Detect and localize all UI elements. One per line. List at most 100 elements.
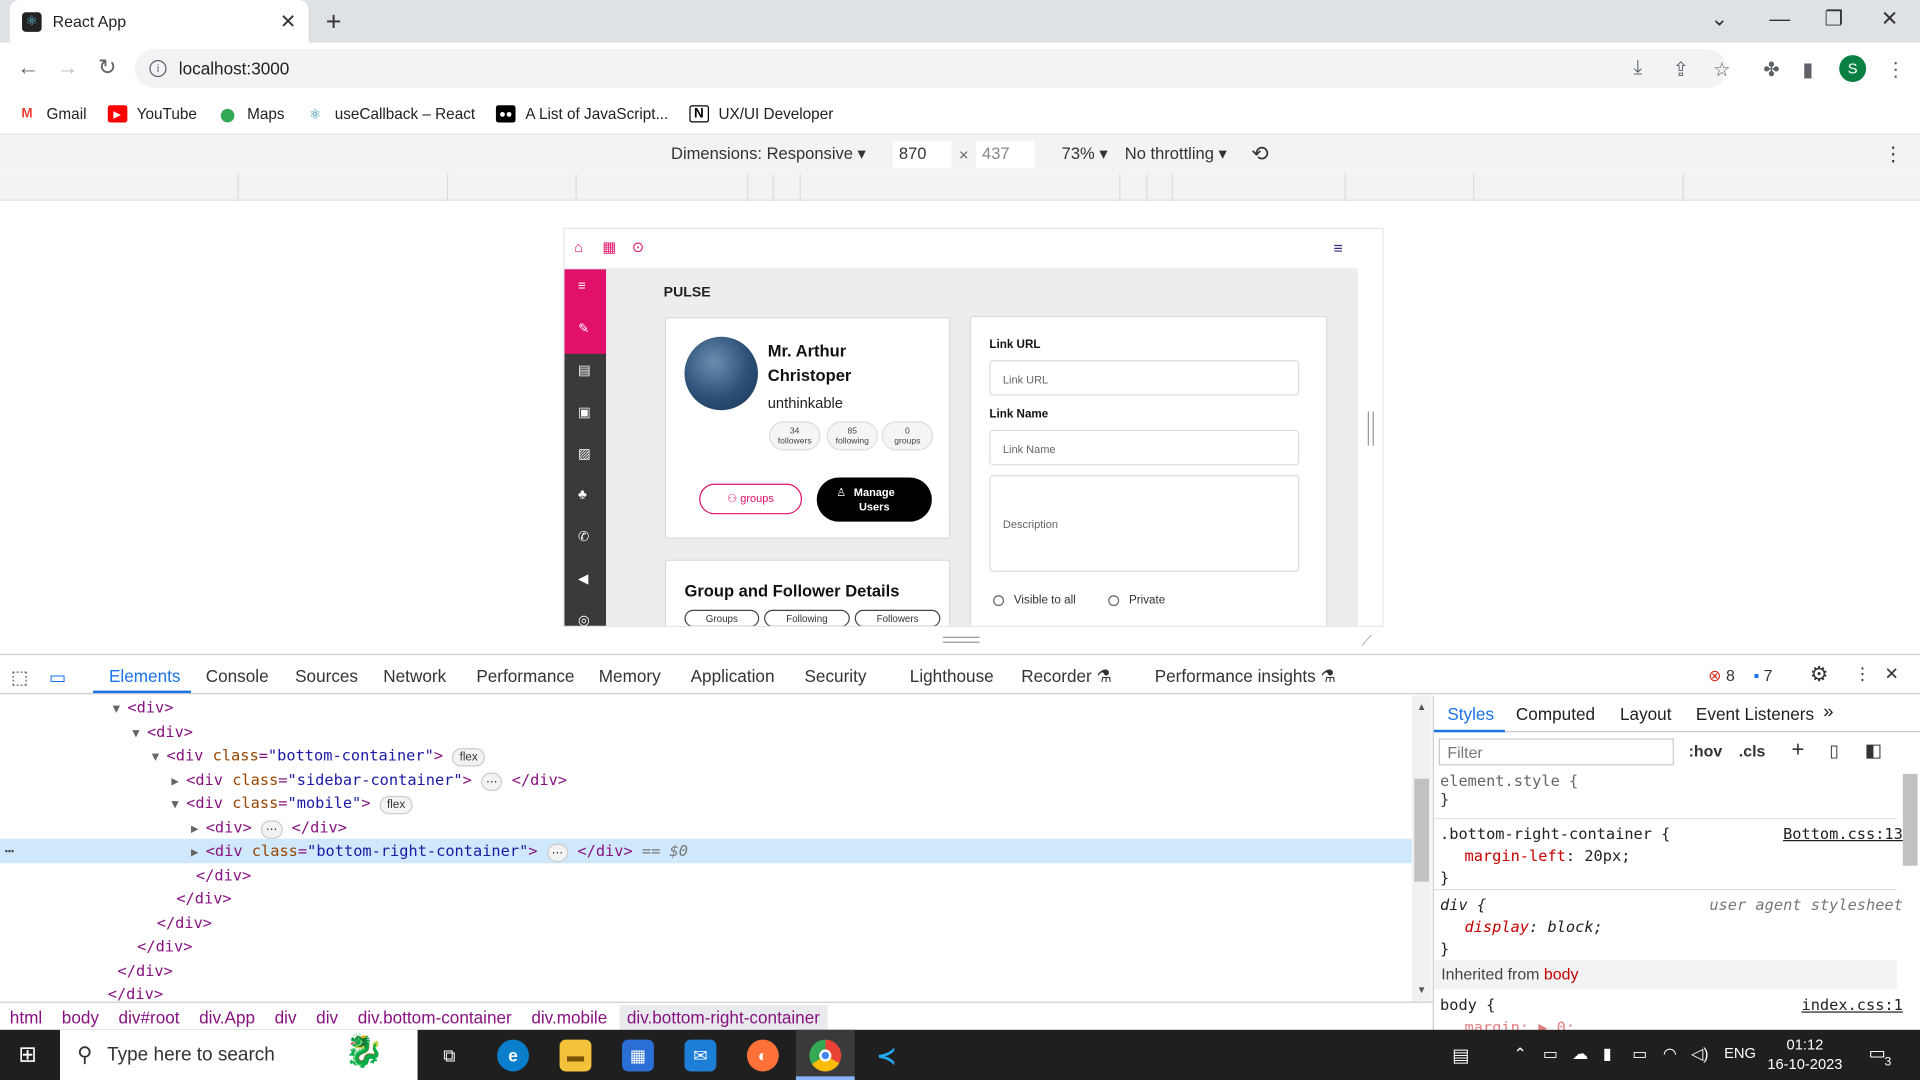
class-toggle[interactable]: .cls: [1739, 742, 1766, 760]
followers-stat[interactable]: 34 followers: [768, 421, 821, 451]
breadcrumb-item[interactable]: div: [316, 1007, 338, 1027]
file-explorer-icon[interactable]: ▬: [559, 1039, 592, 1072]
node-actions-icon[interactable]: ⋯: [5, 839, 14, 863]
site-info-icon[interactable]: i: [149, 60, 167, 78]
onedrive-icon[interactable]: ☁: [1572, 1044, 1588, 1064]
store-icon[interactable]: ▦: [622, 1039, 654, 1072]
tab-performance[interactable]: Performance: [476, 666, 574, 686]
volume-icon[interactable]: ◁): [1691, 1044, 1709, 1064]
back-icon[interactable]: ←: [17, 55, 39, 81]
dom-node-line[interactable]: </div>: [0, 910, 1412, 934]
dom-node-line[interactable]: ▼ <div class="bottom-container"> flex: [0, 743, 1412, 767]
browser-menu-icon[interactable]: ⋮: [1886, 58, 1906, 82]
breadcrumb-item[interactable]: html: [10, 1007, 42, 1027]
home-icon[interactable]: ⌂: [574, 239, 583, 256]
windows-start-icon[interactable]: ⊞: [18, 1042, 36, 1068]
tab-styles[interactable]: Styles: [1447, 704, 1494, 724]
edge-icon[interactable]: e: [497, 1039, 529, 1072]
dom-node-line[interactable]: ▶ <div> ⋯ </div>: [0, 815, 1412, 839]
breadcrumb-item[interactable]: body: [62, 1007, 99, 1027]
scroll-down-icon[interactable]: ▼: [1417, 984, 1427, 995]
chrome-icon[interactable]: [809, 1039, 842, 1072]
bookmark-maps[interactable]: ⬤ Maps: [218, 105, 285, 122]
menu-icon[interactable]: ≡: [578, 279, 586, 294]
dom-node-line[interactable]: ▼ <div>: [0, 696, 1412, 720]
browser-tab[interactable]: ⚛ React App ✕: [9, 0, 309, 43]
elements-scrollbar[interactable]: ▲ ▼: [1411, 695, 1432, 1002]
image-icon[interactable]: ▨: [578, 446, 591, 462]
following-stat[interactable]: 85 following: [826, 421, 878, 451]
breadcrumb-item[interactable]: div.App: [199, 1007, 255, 1027]
mail-icon[interactable]: ✉: [684, 1039, 717, 1072]
vscode-icon[interactable]: ≺: [871, 1040, 903, 1072]
task-view-icon[interactable]: ⧉: [433, 1040, 465, 1072]
news-widget-icon[interactable]: ▤: [1452, 1044, 1469, 1067]
forward-icon[interactable]: →: [56, 55, 78, 81]
tab-performance-insights[interactable]: Performance insights ⚗: [1155, 666, 1336, 687]
tab-application[interactable]: Application: [691, 666, 775, 686]
toggle-sidebar-icon[interactable]: ◧: [1865, 740, 1882, 762]
bookmark-usecallback[interactable]: ⚛ useCallback – React: [305, 105, 475, 122]
language-indicator[interactable]: ENG: [1724, 1044, 1756, 1061]
resize-handle-corner[interactable]: ⟋: [1362, 632, 1372, 650]
dimensions-dropdown[interactable]: Dimensions: Responsive ▾: [671, 144, 866, 164]
tab-elements[interactable]: Elements: [109, 666, 180, 686]
hover-state-toggle[interactable]: :hov: [1689, 742, 1723, 760]
profile-avatar[interactable]: S: [1839, 55, 1867, 83]
tab-search-icon[interactable]: ⌄: [1711, 7, 1728, 31]
height-input[interactable]: 437: [975, 140, 1035, 168]
paint-brush-icon[interactable]: ▯: [1829, 741, 1838, 762]
dom-node-line[interactable]: </div>: [0, 887, 1412, 911]
dom-node-line[interactable]: ▶ <div class="sidebar-container"> ⋯ </di…: [0, 767, 1412, 791]
device-toolbar-menu-icon[interactable]: ⋮: [1883, 142, 1903, 166]
breadcrumb-item[interactable]: div#root: [119, 1007, 180, 1027]
install-icon[interactable]: ⤓: [1633, 58, 1642, 80]
dom-node-line[interactable]: ▼ <div class="mobile"> flex: [0, 791, 1412, 815]
bookmark-star-icon[interactable]: ☆: [1713, 58, 1731, 82]
megaphone-icon[interactable]: ◀: [578, 571, 588, 587]
width-input[interactable]: 870: [892, 140, 952, 168]
calendar-icon[interactable]: ▣: [578, 404, 591, 420]
hamburger-menu-icon[interactable]: ≡: [1333, 239, 1342, 257]
close-window-button[interactable]: ✕: [1881, 7, 1898, 31]
tab-lighthouse[interactable]: Lighthouse: [910, 666, 994, 686]
close-devtools-icon[interactable]: ✕: [1885, 664, 1899, 685]
show-hidden-icons-icon[interactable]: ⌃: [1513, 1044, 1526, 1064]
tab-recorder[interactable]: Recorder ⚗: [1021, 666, 1112, 687]
bookmark-youtube[interactable]: ▶ YouTube: [107, 105, 197, 123]
rotate-icon[interactable]: ⟲: [1251, 142, 1268, 166]
address-bar[interactable]: i localhost:3000: [134, 48, 1727, 89]
index-css-source-link[interactable]: index.css:1: [1801, 994, 1902, 1016]
breadcrumb-item[interactable]: div: [275, 1007, 297, 1027]
maximize-button[interactable]: ❐: [1825, 7, 1844, 31]
private-radio[interactable]: Private: [1108, 594, 1165, 607]
errors-counter[interactable]: ⊗ 8: [1708, 666, 1735, 686]
resize-handle-bottom[interactable]: [942, 636, 980, 643]
battery-icon[interactable]: ▭: [1632, 1044, 1647, 1064]
description-input[interactable]: Description: [989, 475, 1300, 572]
throttling-dropdown[interactable]: No throttling ▾: [1125, 144, 1227, 164]
apps-grid-icon[interactable]: ▦: [602, 239, 616, 256]
microphone-icon[interactable]: ▮: [1603, 1044, 1612, 1064]
new-rule-icon[interactable]: +: [1791, 737, 1804, 763]
scroll-up-icon[interactable]: ▲: [1417, 702, 1427, 713]
styles-scroll-thumb[interactable]: [1902, 773, 1918, 866]
link-url-input[interactable]: Link URL: [989, 360, 1300, 396]
bookmark-gmail[interactable]: M Gmail: [17, 105, 86, 122]
meet-icon[interactable]: ▭: [1543, 1044, 1558, 1064]
phone-icon[interactable]: ✆: [578, 529, 589, 545]
dom-node-line[interactable]: </div>: [0, 958, 1412, 982]
extensions-icon[interactable]: ✤: [1763, 58, 1779, 82]
firefox-icon[interactable]: ◐: [746, 1039, 779, 1072]
bookmark-javascript-list[interactable]: ●● A List of JavaScript...: [495, 105, 668, 123]
tab-event-listeners[interactable]: Event Listeners: [1696, 704, 1814, 724]
messages-counter[interactable]: ▪ 7: [1753, 666, 1772, 684]
devtools-menu-icon[interactable]: ⋮: [1854, 664, 1871, 685]
inspect-icon[interactable]: ⬚: [11, 666, 28, 688]
reload-icon[interactable]: ↻: [98, 55, 116, 81]
groups-stat[interactable]: 0 groups: [881, 421, 934, 451]
dom-node-line[interactable]: </div>: [0, 934, 1412, 958]
dom-node-line[interactable]: ▶ <div class="bottom-right-container"> ⋯…: [0, 838, 1412, 863]
wifi-icon[interactable]: ◠: [1663, 1044, 1677, 1064]
manage-users-button[interactable]: ♙ Manage Users: [816, 477, 932, 522]
